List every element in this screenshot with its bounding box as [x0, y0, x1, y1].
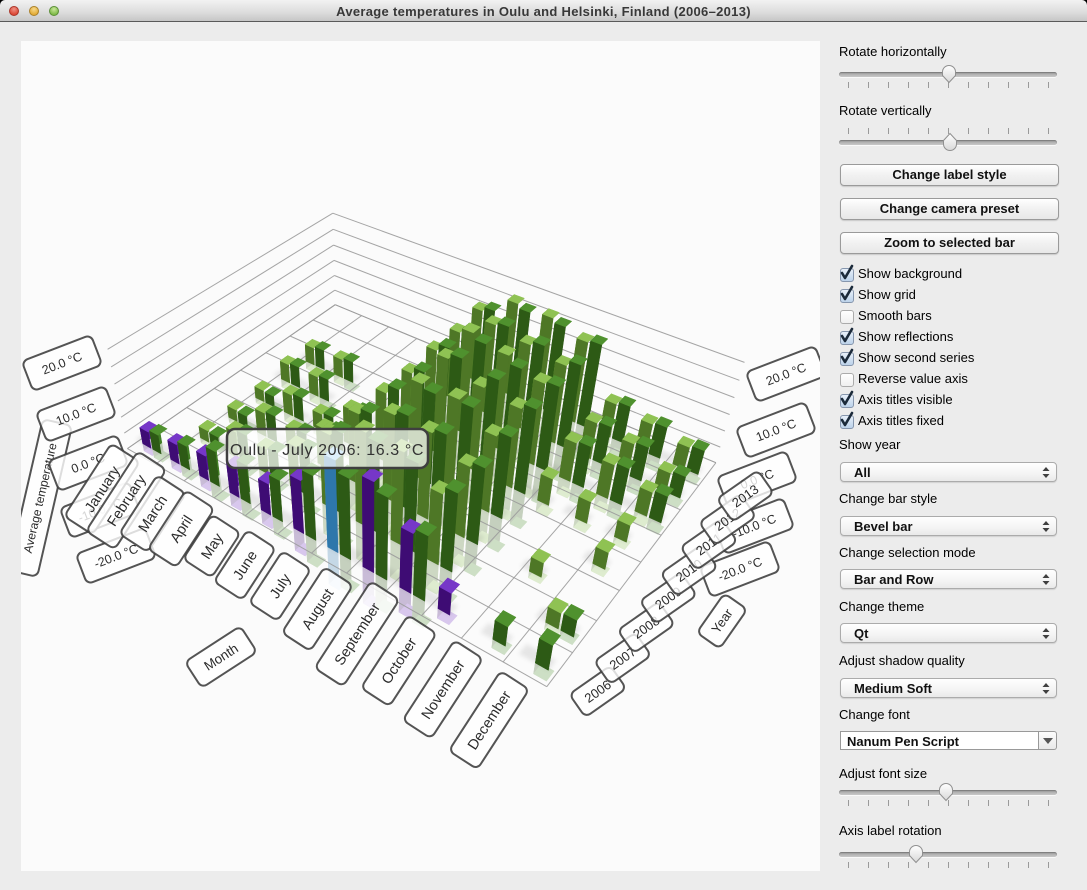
svg-text:Oulu - July 2006: 16.3 °C: Oulu - July 2006: 16.3 °C: [230, 442, 424, 459]
